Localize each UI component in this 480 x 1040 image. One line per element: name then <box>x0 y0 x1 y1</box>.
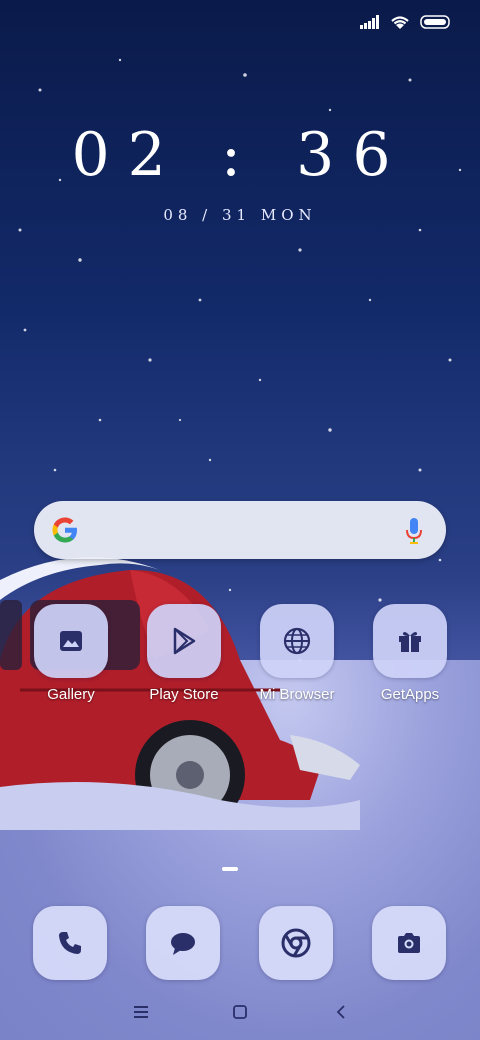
message-icon <box>171 933 195 955</box>
chrome-icon <box>281 928 311 958</box>
app-label: Play Store <box>149 686 219 703</box>
recent-apps-button[interactable] <box>126 1000 156 1024</box>
back-icon <box>336 1005 345 1019</box>
page-indicator <box>222 867 238 871</box>
app-tile[interactable] <box>373 604 447 678</box>
home-button[interactable] <box>225 1000 255 1024</box>
signal-icon <box>360 15 379 29</box>
wifi-icon <box>391 16 409 29</box>
gift-icon <box>399 632 421 652</box>
microphone-icon[interactable] <box>404 517 424 545</box>
play-store-icon <box>173 627 196 655</box>
back-button[interactable] <box>326 1000 356 1024</box>
camera-icon <box>398 933 420 953</box>
google-logo-icon <box>52 517 77 543</box>
menu-icon <box>134 1006 148 1018</box>
app-getapps[interactable]: GetApps <box>355 604 465 703</box>
app-mi-browser[interactable]: Mi Browser <box>242 604 352 703</box>
phone-icon <box>59 932 81 954</box>
app-label: Mi Browser <box>259 686 335 703</box>
gallery-icon <box>60 631 82 651</box>
navigation-bar <box>0 990 480 1034</box>
dock-camera[interactable] <box>372 906 446 980</box>
app-label: Gallery <box>47 686 95 703</box>
app-tile[interactable] <box>260 604 334 678</box>
status-bar <box>0 0 480 44</box>
home-icon <box>233 1005 247 1019</box>
dock-chrome[interactable] <box>259 906 333 980</box>
google-search-bar[interactable] <box>34 501 446 559</box>
dock-phone[interactable] <box>33 906 107 980</box>
battery-icon <box>420 15 450 29</box>
dock-messages[interactable] <box>146 906 220 980</box>
globe-icon <box>283 627 311 655</box>
app-tile[interactable] <box>34 604 108 678</box>
app-label: GetApps <box>380 686 440 703</box>
home-screen: 02 : 36 08 / 31 MON Gallery Play Store M… <box>0 0 480 1040</box>
clock-time[interactable]: 02 : 36 <box>0 120 480 190</box>
search-input[interactable] <box>94 515 386 547</box>
app-gallery[interactable]: Gallery <box>16 604 126 703</box>
app-play-store[interactable]: Play Store <box>129 604 239 703</box>
clock-date: 08 / 31 MON <box>163 206 317 224</box>
app-tile[interactable] <box>147 604 221 678</box>
